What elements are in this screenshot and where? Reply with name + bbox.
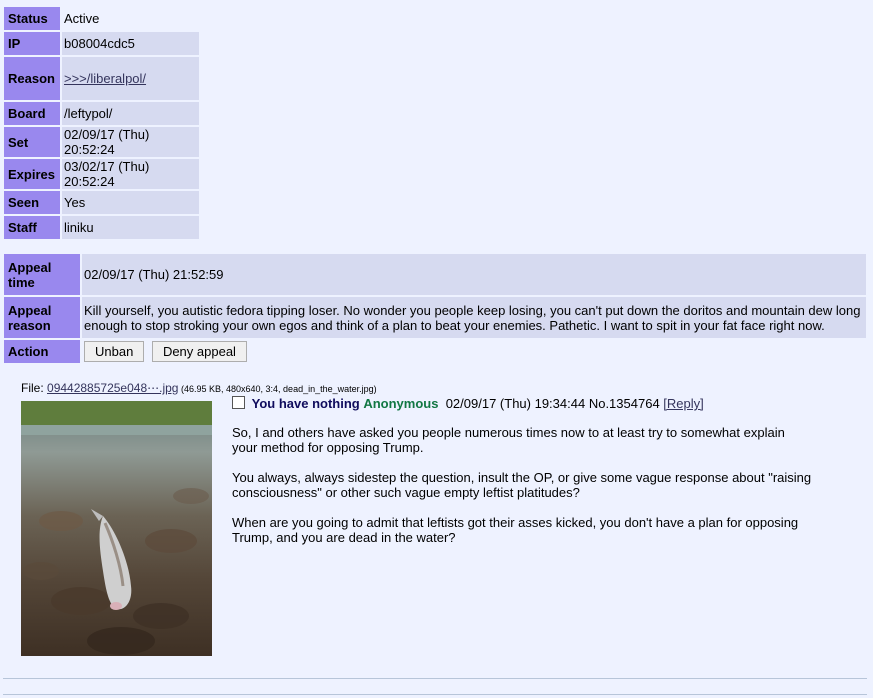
staff-value: liniku <box>62 216 199 239</box>
post-paragraph: So, I and others have asked you people n… <box>232 425 785 455</box>
appeal-time-label: Appeal time <box>4 254 80 295</box>
ban-details-table: Status Active IP b08004cdc5 Reason >>>/l… <box>2 5 201 241</box>
post-name: Anonymous <box>363 396 439 411</box>
ban-row-reason: Reason >>>/liberalpol/ <box>4 57 199 100</box>
reason-label: Reason <box>4 57 60 100</box>
post-intro: You have nothing Anonymous 02/09/17 (Thu… <box>232 396 704 411</box>
set-value: 02/09/17 (Thu) 20:52:24 <box>62 127 199 157</box>
fish-in-river-image <box>21 401 212 655</box>
appeal-reason-value: Kill yourself, you autistic fedora tippi… <box>82 297 866 338</box>
ban-row-board: Board /leftypol/ <box>4 102 199 125</box>
seen-value: Yes <box>62 191 199 214</box>
reply-link[interactable]: [Reply] <box>663 396 703 411</box>
action-cell: Unban Deny appeal <box>82 340 866 363</box>
post-paragraph: When are you going to admit that leftist… <box>232 515 799 545</box>
expires-label: Expires <box>4 159 60 189</box>
status-label: Status <box>4 7 60 30</box>
staff-label: Staff <box>4 216 60 239</box>
ban-row-expires: Expires 03/02/17 (Thu) 20:52:24 <box>4 159 199 189</box>
appeal-table: Appeal time 02/09/17 (Thu) 21:52:59 Appe… <box>2 252 868 365</box>
appeal-row-time: Appeal time 02/09/17 (Thu) 21:52:59 <box>4 254 866 295</box>
set-label: Set <box>4 127 60 157</box>
appeal-time-value: 02/09/17 (Thu) 21:52:59 <box>82 254 866 295</box>
file-link[interactable]: 09442885725e048⋯.jpg <box>47 381 178 395</box>
divider <box>3 678 867 679</box>
ban-row-ip: IP b08004cdc5 <box>4 32 199 55</box>
file-info: File: 09442885725e048⋯.jpg (46.95 KB, 48… <box>21 381 377 395</box>
ip-value: b08004cdc5 <box>62 32 199 55</box>
action-label: Action <box>4 340 80 363</box>
status-value: Active <box>64 11 100 26</box>
ban-row-seen: Seen Yes <box>4 191 199 214</box>
post-paragraph: You always, always sidestep the question… <box>232 470 812 500</box>
appeal-row-reason: Appeal reason Kill yourself, you autisti… <box>4 297 866 338</box>
seen-label: Seen <box>4 191 60 214</box>
post-number[interactable]: No.1354764 <box>589 396 660 411</box>
ban-row-staff: Staff liniku <box>4 216 199 239</box>
post-image[interactable] <box>21 401 212 656</box>
file-prefix: File: <box>21 381 48 395</box>
post-body: So, I and others have asked you people n… <box>232 425 812 560</box>
ban-row-status: Status Active <box>4 7 199 30</box>
unban-button[interactable]: Unban <box>84 341 145 362</box>
post-date: 02/09/17 (Thu) 19:34:44 <box>445 396 586 411</box>
appeal-reason-label: Appeal reason <box>4 297 80 338</box>
file-meta: (46.95 KB, 480x640, 3:4, dead_in_the_wat… <box>178 384 377 394</box>
expires-value: 03/02/17 (Thu) 20:52:24 <box>62 159 199 189</box>
deny-appeal-button[interactable]: Deny appeal <box>151 341 247 362</box>
divider <box>3 694 867 695</box>
reason-value: >>>/liberalpol/ <box>62 57 199 100</box>
ban-row-set: Set 02/09/17 (Thu) 20:52:24 <box>4 127 199 157</box>
ip-label: IP <box>4 32 60 55</box>
appeal-row-action: Action Unban Deny appeal <box>4 340 866 363</box>
ban-appeal-page: Status Active IP b08004cdc5 Reason >>>/l… <box>0 0 873 698</box>
board-label: Board <box>4 102 60 125</box>
board-value: /leftypol/ <box>62 102 199 125</box>
post-checkbox[interactable] <box>232 396 245 409</box>
reason-link[interactable]: >>>/liberalpol/ <box>64 71 146 86</box>
post-subject: You have nothing <box>251 396 360 411</box>
